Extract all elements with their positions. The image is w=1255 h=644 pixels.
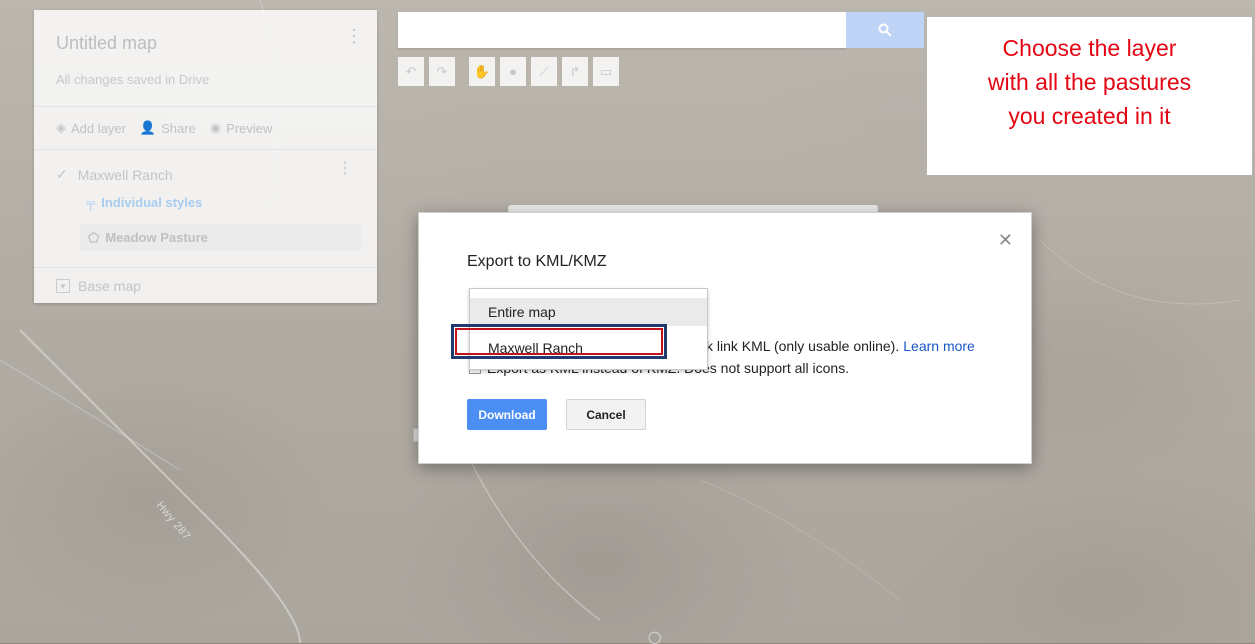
save-status: All changes saved in Drive — [56, 72, 210, 87]
map-title[interactable]: Untitled map — [56, 33, 157, 54]
share-button[interactable]: 👤 Share — [140, 120, 196, 136]
redo-icon[interactable]: ↷ — [429, 57, 455, 86]
base-map-row[interactable]: ▾ Base map — [56, 278, 141, 294]
divider — [34, 149, 377, 150]
share-label: Share — [161, 120, 196, 136]
layers-icon: ◈ — [56, 120, 66, 135]
layer-options-icon[interactable]: ⋮ — [337, 161, 353, 177]
ruler-icon[interactable]: ▭ — [593, 57, 619, 86]
network-link-label: k link KML (only usable online). — [706, 338, 900, 354]
undo-icon[interactable]: ↶ — [398, 57, 424, 86]
callout-line: with all the pastures — [987, 69, 1192, 95]
map-actions: ◈ Add layer 👤 Share ◉ Preview — [56, 120, 272, 136]
dropdown-option-entire-map[interactable]: Entire map — [470, 298, 707, 326]
polygon-icon: ⬠ — [88, 229, 100, 245]
dialog-title: Export to KML/KMZ — [467, 253, 607, 270]
cancel-button[interactable]: Cancel — [566, 399, 646, 430]
map-toolbar: ↶ ↷ ✋ ● ⟋ ↱ ▭ — [398, 57, 619, 86]
learn-more-link[interactable]: Learn more — [903, 338, 975, 354]
divider — [34, 106, 377, 107]
marker-icon[interactable]: ● — [500, 57, 526, 86]
divider — [34, 267, 377, 268]
paint-roller-icon: ╤ — [86, 195, 96, 210]
download-button[interactable]: Download — [467, 399, 547, 430]
styles-label: Individual styles — [101, 195, 203, 210]
preview-label: Preview — [226, 120, 273, 136]
search-icon — [878, 23, 892, 37]
hand-icon[interactable]: ✋ — [469, 57, 495, 86]
add-person-icon: 👤 — [139, 120, 157, 135]
layer-name: Maxwell Ranch — [77, 166, 173, 183]
close-icon[interactable]: ✕ — [998, 230, 1013, 251]
instruction-callout: Choose the layer with all the pastures y… — [927, 17, 1252, 175]
directions-icon[interactable]: ↱ — [562, 57, 588, 86]
callout-line: you created in it — [1008, 103, 1171, 129]
map-options-icon[interactable]: ⋮ — [345, 27, 363, 45]
add-layer-label: Add layer — [71, 120, 126, 136]
base-map-label: Base map — [78, 278, 142, 294]
feature-item[interactable]: ⬠ Meadow Pasture — [80, 224, 361, 251]
layer-row[interactable]: ✓ Maxwell Ranch — [56, 166, 173, 183]
preview-button[interactable]: ◉ Preview — [210, 120, 273, 136]
add-layer-button[interactable]: ◈ Add layer — [56, 120, 126, 136]
search-input[interactable] — [398, 12, 846, 48]
chevron-down-icon[interactable]: ▾ — [56, 279, 70, 293]
eye-icon: ◉ — [209, 120, 222, 135]
draw-line-icon[interactable]: ⟋ — [531, 57, 557, 86]
selection-highlight — [451, 324, 667, 359]
feature-name: Meadow Pasture — [105, 230, 208, 245]
individual-styles-link[interactable]: ╤ Individual styles — [86, 195, 202, 210]
checkmark-icon[interactable]: ✓ — [56, 166, 68, 183]
map-panel: Untitled map ⋮ All changes saved in Driv… — [34, 10, 377, 303]
search-button[interactable] — [846, 12, 924, 48]
bottom-map-icons: ◯ — [648, 630, 662, 644]
export-dialog: Export to KML/KMZ ✕ k link KML (only usa… — [418, 212, 1032, 464]
callout-line: Choose the layer — [1002, 35, 1177, 61]
